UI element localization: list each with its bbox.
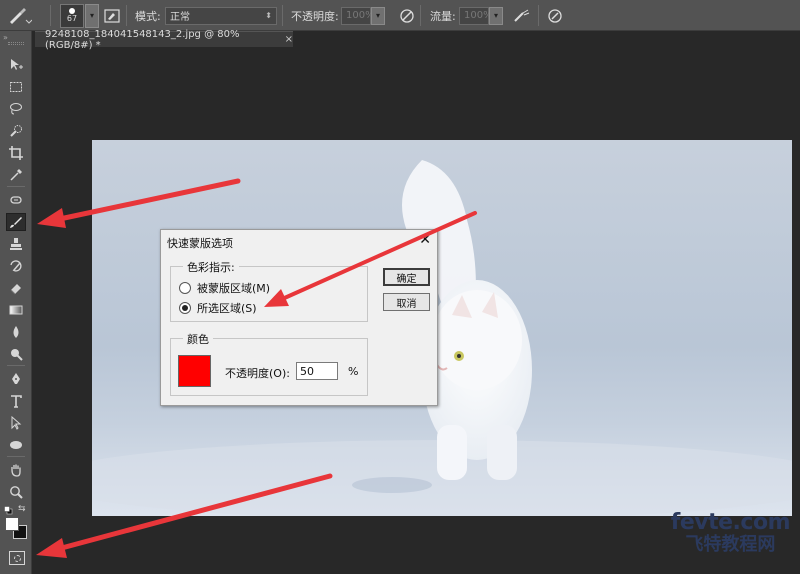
- watermark: fevte.com 飞特教程网: [670, 510, 791, 555]
- watermark-line1: fevte.com: [670, 510, 791, 535]
- annotation-arrow: [36, 473, 333, 558]
- annotation-arrows: [36, 178, 477, 558]
- watermark-line2: 飞特教程网: [685, 534, 776, 555]
- annotation-arrow: [264, 211, 477, 307]
- annotation-arrow: [37, 178, 241, 228]
